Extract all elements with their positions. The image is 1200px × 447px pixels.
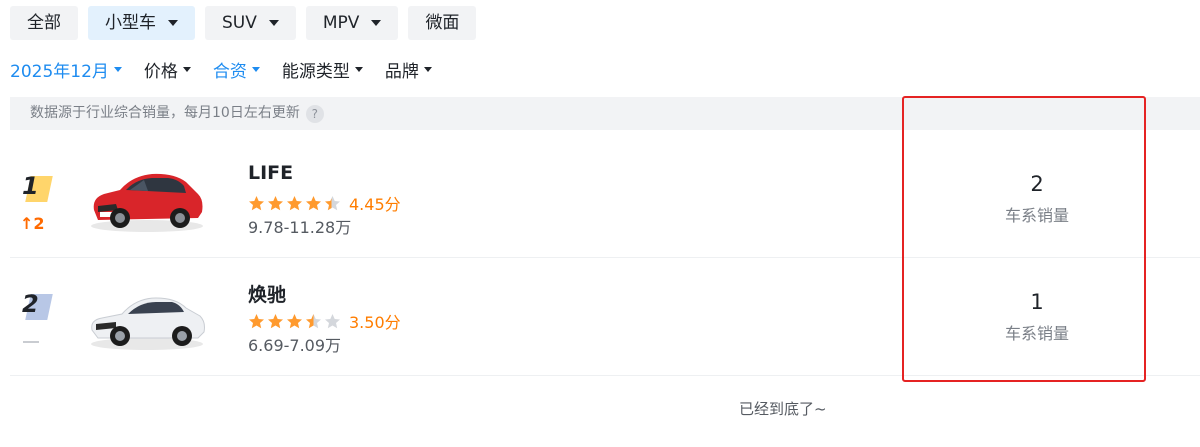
chip-suv-label: SUV (222, 13, 257, 33)
chip-small-car-label: 小型车 (105, 13, 156, 33)
star-icon (306, 313, 321, 328)
chip-all[interactable]: 全部 (10, 6, 78, 40)
help-icon[interactable]: ? (305, 104, 324, 123)
filter-price-label: 价格 (143, 62, 178, 82)
rating-score: 3.50分 (349, 313, 401, 332)
filter-bar: 2025年12月 价格 合资 能源类型 品牌 (10, 57, 432, 82)
filter-month-label: 2025年12月 (10, 62, 109, 82)
chevron-down-icon (354, 67, 363, 72)
chevron-down-icon (113, 67, 122, 72)
arrow-up-icon: ↑ (20, 214, 34, 233)
star-icon (249, 313, 264, 328)
rank-change-up: ↑2 (20, 214, 45, 233)
chevron-down-icon (371, 20, 382, 26)
price-range: 6.69-7.09万 (248, 336, 342, 355)
chevron-down-icon (251, 67, 260, 72)
chip-micro[interactable]: 微面 (408, 6, 477, 40)
rank-number: 1 (22, 172, 39, 200)
chevron-down-icon (268, 20, 279, 26)
chevron-down-icon (168, 20, 178, 26)
chip-mpv[interactable]: MPV (305, 6, 399, 40)
filter-joint[interactable]: 合资 (213, 57, 260, 82)
rank-badge: 1 (22, 172, 53, 202)
car-image[interactable] (86, 160, 208, 235)
chip-small-car[interactable]: 小型车 (88, 6, 195, 40)
rank-unchanged-icon (23, 341, 39, 343)
filter-joint-label: 合资 (212, 62, 247, 82)
chip-all-label: 全部 (27, 13, 61, 33)
filter-energy-label: 能源类型 (281, 62, 350, 82)
car-name[interactable]: 焕驰 (248, 280, 286, 307)
star-icon (287, 313, 302, 328)
rank-change-value: 2 (33, 214, 45, 233)
rank-number: 2 (22, 290, 39, 318)
rating-stars: 3.50分 (248, 309, 401, 333)
star-icon (325, 313, 340, 328)
star-icon (325, 195, 340, 210)
filter-brand[interactable]: 品牌 (385, 57, 432, 82)
filter-energy[interactable]: 能源类型 (282, 57, 363, 82)
star-icon (268, 313, 283, 328)
car-name[interactable]: LIFE (248, 162, 293, 184)
star-icon (306, 195, 321, 210)
rank-badge: 2 (22, 290, 53, 320)
rating-score: 4.45分 (349, 195, 401, 214)
data-source-text: 数据源于行业综合销量，每月10日左右更新 (30, 105, 300, 121)
filter-price[interactable]: 价格 (144, 57, 191, 82)
car-image[interactable] (86, 278, 208, 353)
end-of-list-text: 已经到底了~ (739, 400, 827, 418)
chip-micro-label: 微面 (425, 13, 460, 33)
rating-stars: 4.45分 (248, 191, 401, 215)
chip-suv[interactable]: SUV (205, 6, 296, 40)
chevron-down-icon (423, 67, 432, 72)
star-icon (249, 195, 264, 210)
filter-brand-label: 品牌 (384, 62, 419, 82)
category-chips: 全部 小型车 SUV MPV 微面 (10, 6, 477, 40)
highlight-box (902, 96, 1146, 382)
star-icon (268, 195, 283, 210)
star-icon (287, 195, 302, 210)
chevron-down-icon (182, 67, 191, 72)
chip-mpv-label: MPV (322, 13, 360, 33)
filter-month[interactable]: 2025年12月 (10, 57, 122, 82)
price-range: 9.78-11.28万 (248, 218, 352, 237)
